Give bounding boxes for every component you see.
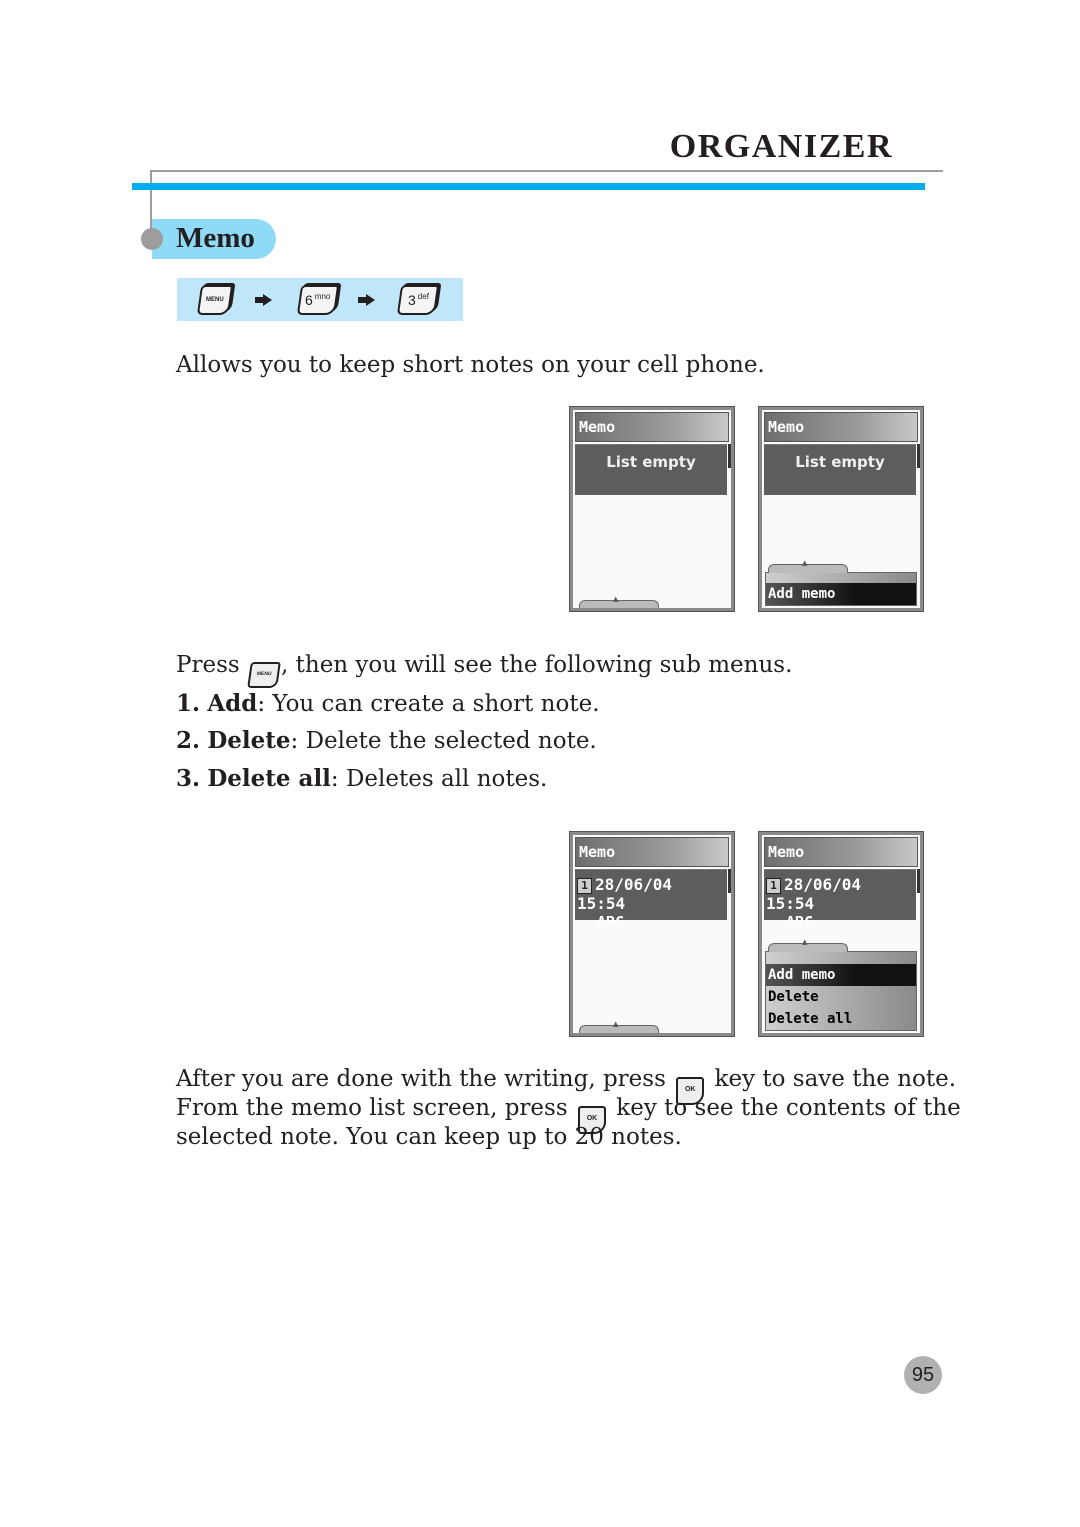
- list-status: List empty: [795, 453, 885, 471]
- screen-title: Memo: [575, 837, 729, 867]
- menu-item-delete-all[interactable]: Delete all: [766, 1008, 916, 1030]
- header-rule: [150, 170, 943, 172]
- arrow-right-icon: [358, 294, 375, 306]
- closing-text: key to save the note.: [714, 1066, 957, 1092]
- submenu-intro-after: , then you will see the following sub me…: [281, 652, 793, 678]
- screen-title: Memo: [764, 837, 918, 867]
- submenu-name: Delete: [207, 727, 291, 754]
- list-status-band: List empty: [764, 444, 916, 495]
- submenu-intro: Press MENU, then you will see the follow…: [176, 652, 792, 688]
- list-status-band: List empty: [575, 444, 727, 495]
- key-6-digit: 6: [305, 292, 314, 308]
- submenu-item-add: 1. Add: You can create a short note.: [176, 690, 600, 717]
- screen-title: Memo: [575, 412, 729, 442]
- page-number: 95: [904, 1356, 942, 1394]
- memo-entry-header: 1 28/06/04 15:54: [764, 870, 916, 913]
- submenu-desc: : You can create a short note.: [257, 691, 600, 717]
- submenu-number: 2.: [176, 727, 201, 754]
- softkey-tab: [579, 1020, 659, 1033]
- screen-title: Memo: [764, 412, 918, 442]
- submenu-name: Delete all: [207, 765, 331, 792]
- scrollbar: [917, 869, 920, 893]
- memo-text: ABC: [597, 913, 625, 931]
- closing-text: From the memo list screen, press: [176, 1095, 568, 1121]
- bullet-dot-icon: [141, 228, 163, 250]
- softkey-tab: [579, 595, 659, 608]
- closing-text: After you are done with the writing, pre…: [176, 1066, 666, 1092]
- menu-item-delete[interactable]: Delete: [766, 986, 916, 1008]
- menu-key-icon: MENU: [196, 285, 234, 315]
- key-3-icon: 3 def: [396, 285, 440, 315]
- intro-text: Allows you to keep short notes on your c…: [176, 352, 765, 378]
- arrow-right-icon: [255, 294, 272, 306]
- menu-item-add-memo[interactable]: Add memo: [766, 964, 916, 986]
- list-status: List empty: [606, 453, 696, 471]
- submenu-name: Add: [207, 690, 258, 717]
- scrollbar: [917, 444, 920, 468]
- closing-text: key to see the contents of the: [616, 1095, 961, 1121]
- memo-entry-header: 1 28/06/04 15:54: [575, 870, 727, 913]
- phone-screen-memo-options: Memo 128/06/04 15:54 ABC Add memo Delete…: [758, 831, 924, 1037]
- scrollbar: [728, 869, 731, 893]
- memo-index-icon: 1: [766, 878, 781, 894]
- phone-screen-list-empty-menu: Memo List empty Add memo: [758, 406, 924, 612]
- header-accent-bar: [132, 183, 925, 190]
- options-menu: Add memo: [765, 559, 917, 606]
- submenu-item-delete-all: 3. Delete all: Deletes all notes.: [176, 765, 547, 792]
- phone-screen-list-empty: Memo List empty: [569, 406, 735, 612]
- page-heading: Memo: [176, 222, 255, 254]
- memo-entry[interactable]: 1 28/06/04 15:54 ABC: [575, 869, 727, 931]
- memo-entry[interactable]: 1 28/06/04 15:54 ABC: [764, 869, 916, 931]
- submenu-intro-before: Press: [176, 652, 240, 678]
- options-menu: Add memo Delete Delete all: [765, 938, 917, 1031]
- key-6-icon: 6 mno: [296, 285, 340, 315]
- memo-index-icon: 1: [577, 878, 592, 894]
- menu-key-icon: MENU: [247, 662, 281, 688]
- key-3-label: 3 def: [408, 292, 429, 308]
- submenu-number: 1.: [176, 690, 201, 717]
- key-3-digit: 3: [407, 292, 416, 308]
- scrollbar: [728, 444, 731, 468]
- submenu-desc: : Deletes all notes.: [330, 766, 548, 792]
- softkey-tab: [768, 559, 848, 573]
- key-6-label: 6 mno: [305, 292, 330, 308]
- section-title: ORGANIZER: [669, 128, 893, 165]
- submenu-desc: : Delete the selected note.: [290, 728, 597, 754]
- key-path: MENU 6 mno 3 def: [177, 278, 463, 321]
- memo-text: ABC: [786, 913, 814, 931]
- phone-screen-memo-list: Memo 1 28/06/04 15:54 ABC: [569, 831, 735, 1037]
- softkey-tab: [768, 938, 848, 952]
- key-6-letters: mno: [315, 292, 331, 301]
- submenu-item-delete: 2. Delete: Delete the selected note.: [176, 727, 597, 754]
- submenu-number: 3.: [176, 765, 201, 792]
- menu-key-label: MENU: [206, 297, 224, 303]
- key-3-letters: def: [417, 292, 429, 301]
- closing-line-3: selected note. You can keep up to 20 not…: [176, 1124, 682, 1150]
- menu-item-add-memo[interactable]: Add memo: [766, 583, 916, 605]
